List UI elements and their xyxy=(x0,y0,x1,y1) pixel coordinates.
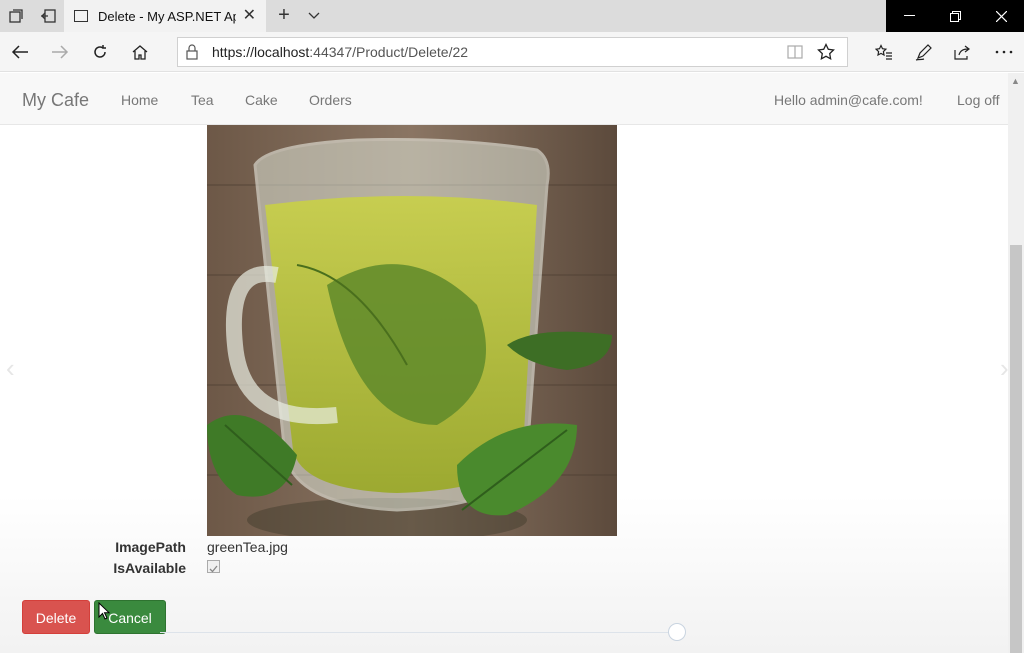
tab-title: Delete - My ASP.NET Ap xyxy=(98,8,236,24)
window-controls xyxy=(886,0,1024,32)
favorite-star-icon[interactable] xyxy=(817,42,835,66)
plus-icon[interactable]: + xyxy=(272,4,296,28)
imagepath-value: greenTea.jpg xyxy=(207,539,288,555)
mouse-cursor-icon xyxy=(98,601,111,625)
chevron-down-icon[interactable] xyxy=(304,4,324,28)
share-icon[interactable] xyxy=(951,40,975,64)
forward-arrow-icon[interactable] xyxy=(48,40,72,64)
active-tab[interactable]: Delete - My ASP.NET Ap ✕ xyxy=(64,0,266,32)
restore-icon[interactable] xyxy=(932,0,978,32)
address-bar[interactable]: https://localhost:44347/Product/Delete/2… xyxy=(177,37,848,67)
minimize-icon[interactable] xyxy=(886,0,932,32)
scrollbar-thumb[interactable] xyxy=(1010,245,1022,653)
pen-icon[interactable] xyxy=(912,40,936,64)
url-text: https://localhost:44347/Product/Delete/2… xyxy=(212,44,468,60)
close-icon[interactable]: ✕ xyxy=(243,8,256,24)
imagepath-label: ImagePath xyxy=(115,539,186,555)
logoff-link[interactable]: Log off xyxy=(957,92,1000,108)
favorites-list-icon[interactable] xyxy=(872,40,896,64)
slider-track[interactable] xyxy=(160,632,670,633)
isavailable-label: IsAvailable xyxy=(113,560,186,576)
slider-handle[interactable] xyxy=(668,623,686,641)
tab-sets-icon[interactable] xyxy=(0,0,32,32)
delete-button[interactable]: Delete xyxy=(22,600,90,634)
home-icon[interactable] xyxy=(128,40,152,64)
reading-view-icon[interactable] xyxy=(787,45,803,64)
set-aside-tabs-icon[interactable] xyxy=(32,0,64,32)
scroll-up-icon[interactable]: ▲ xyxy=(1011,76,1020,86)
nav-tea[interactable]: Tea xyxy=(191,92,214,108)
nav-orders[interactable]: Orders xyxy=(309,92,352,108)
more-icon[interactable] xyxy=(992,40,1016,64)
carousel-prev-icon[interactable]: ‹ xyxy=(6,353,15,384)
nav-cake[interactable]: Cake xyxy=(245,92,278,108)
nav-home[interactable]: Home xyxy=(121,92,158,108)
browser-tab-strip: Delete - My ASP.NET Ap ✕ + xyxy=(0,0,1024,32)
url-host: https://localhost xyxy=(212,44,310,60)
back-arrow-icon[interactable] xyxy=(8,40,32,64)
page-icon xyxy=(74,10,88,22)
lock-icon xyxy=(186,44,198,65)
window-close-icon[interactable] xyxy=(978,0,1024,32)
site-navbar: My Cafe Home Tea Cake Orders Hello admin… xyxy=(0,73,1008,125)
refresh-icon[interactable] xyxy=(88,40,112,64)
page-content: ‹ › ImagePath greenTea.jpg IsAvailable D… xyxy=(0,125,1009,653)
site-brand[interactable]: My Cafe xyxy=(22,90,89,111)
user-greeting[interactable]: Hello admin@cafe.com! xyxy=(774,92,923,108)
browser-toolbar: https://localhost:44347/Product/Delete/2… xyxy=(0,32,1024,72)
product-image xyxy=(207,125,617,536)
url-path: :44347/Product/Delete/22 xyxy=(309,44,469,60)
page-scrollbar[interactable]: ▲ xyxy=(1008,73,1024,653)
isavailable-checkbox xyxy=(207,560,220,573)
